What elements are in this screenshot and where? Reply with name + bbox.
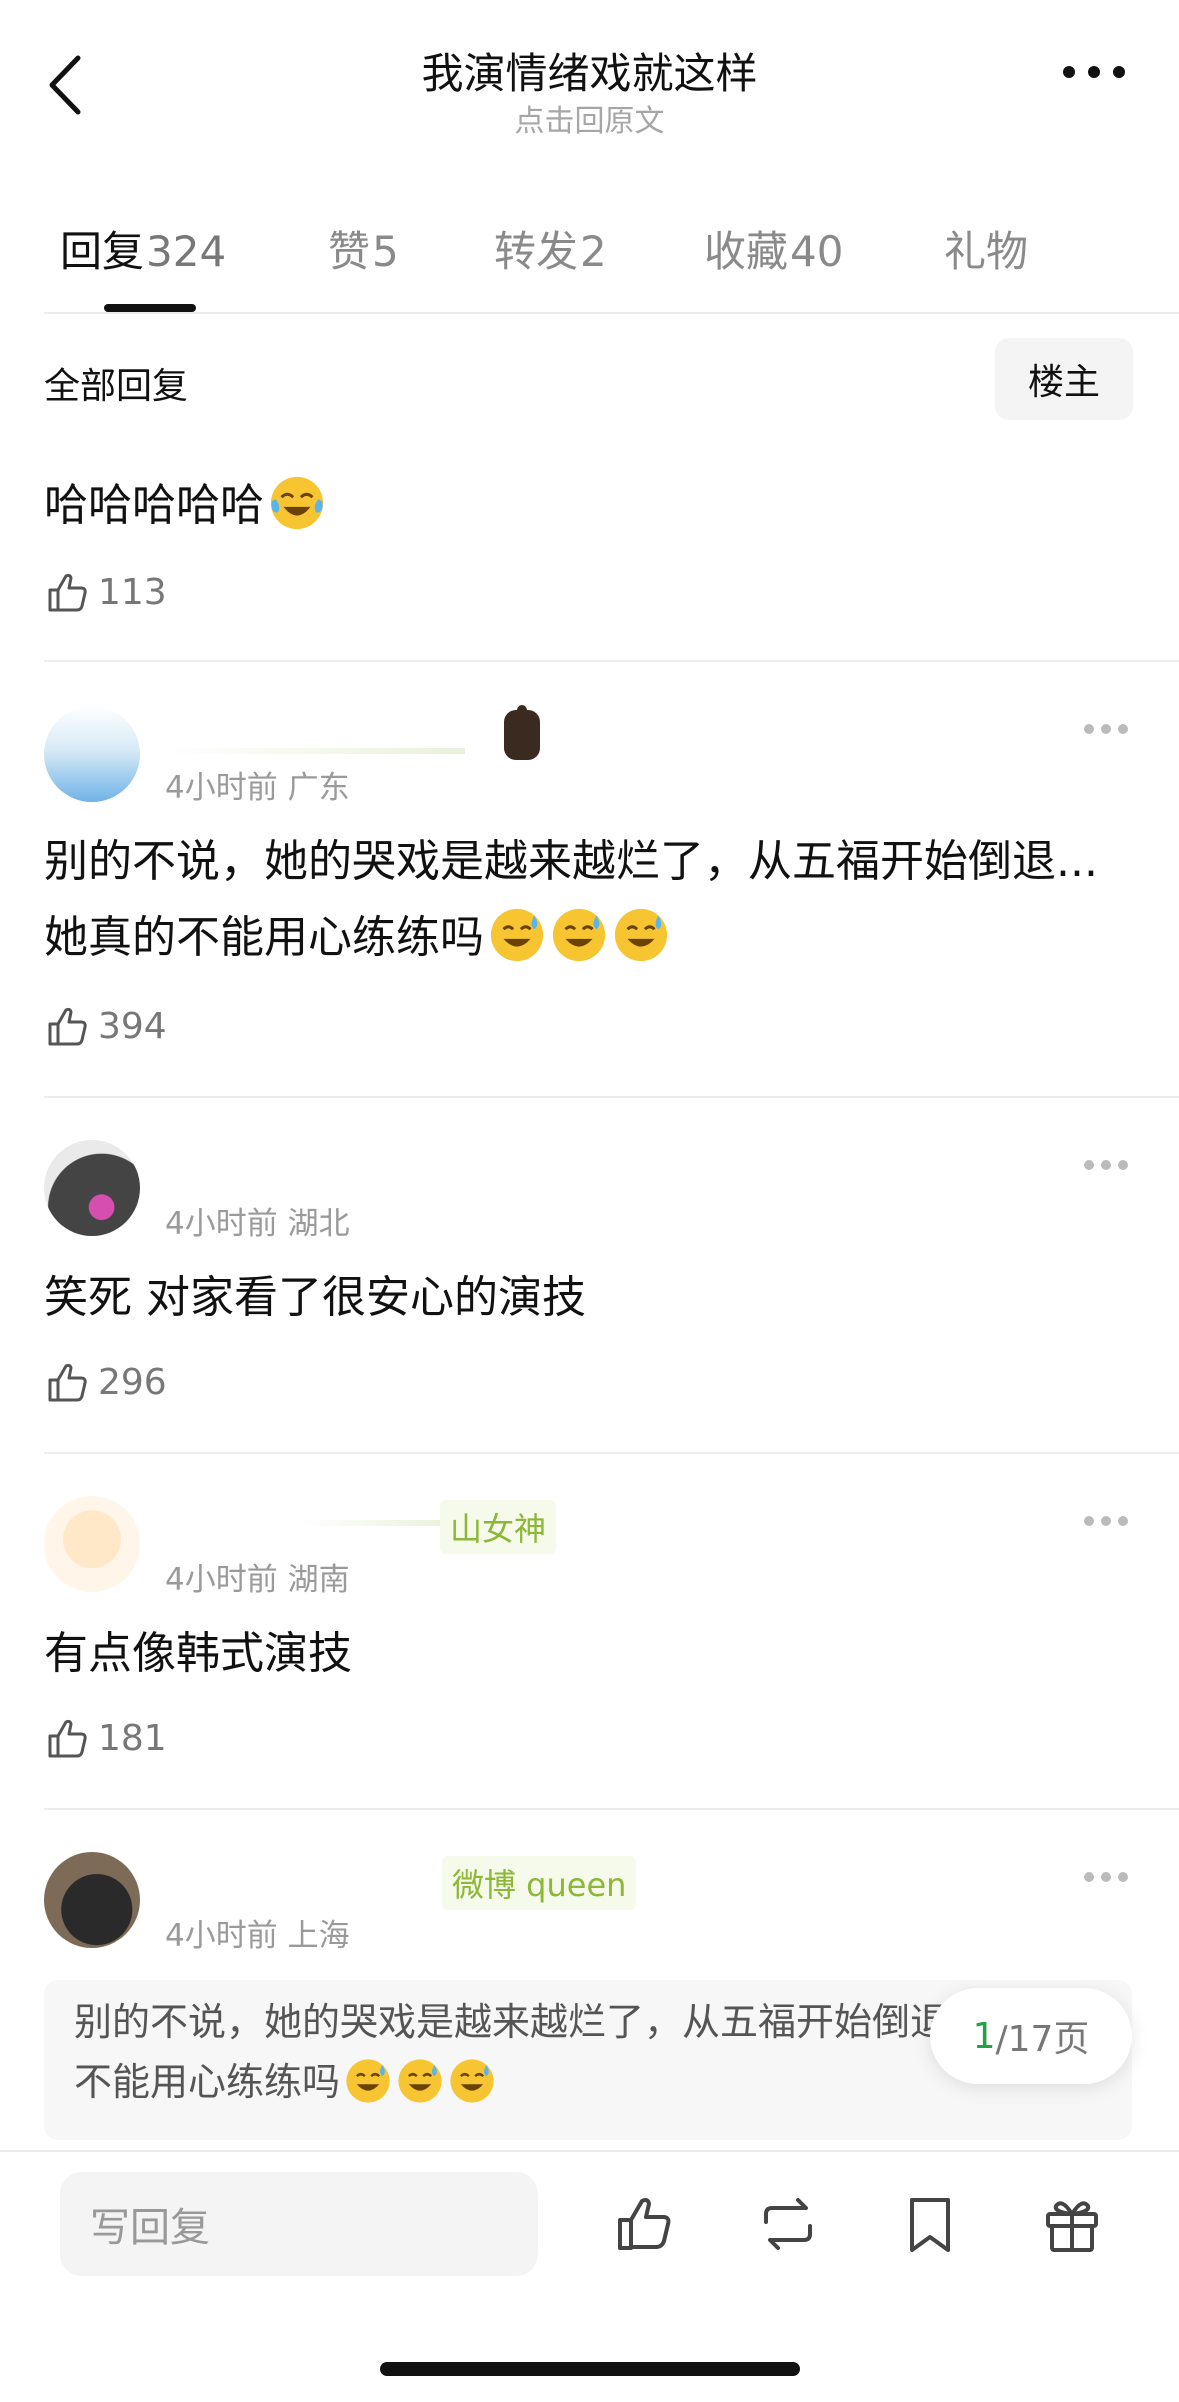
tab-favorites[interactable]: 收藏40 [704,218,843,279]
divider [44,1808,1179,1810]
sweat-smile-emoji [450,2059,494,2103]
thumbs-up-icon[interactable] [614,2192,678,2256]
tab-label: 礼物 [944,227,1029,276]
thumbs-up-icon [48,1363,87,1402]
avatar[interactable] [44,1140,140,1236]
tab-label: 回复 [60,227,145,276]
tab-label: 赞 [328,227,371,276]
blurred-username [165,748,465,754]
section-title: 全部回复 [44,366,189,407]
more-options-icon[interactable] [1059,60,1129,84]
home-indicator[interactable] [380,2362,800,2376]
tab-gifts[interactable]: 礼物 [944,218,1030,279]
divider [0,2150,1179,2152]
sweat-smile-emoji [614,908,668,962]
reply-input[interactable]: 写回复 [60,2172,538,2276]
total-pages: /17页 [995,2019,1090,2060]
more-options-icon[interactable] [1083,722,1129,736]
comment-text: 有点像韩式演技 [44,1628,352,1679]
tab-replies[interactable]: 回复324 [60,218,226,279]
thumbs-up-icon [48,1719,87,1758]
sweat-smile-emoji [490,908,544,962]
like-button[interactable]: 394 [44,998,167,1054]
divider [44,312,1179,314]
more-options-icon[interactable] [1083,1870,1129,1884]
blurred-username [300,1520,450,1526]
tab-label: 收藏 [704,227,789,276]
comment-text: 别的不说，她的哭戏是越来越烂了，从五福开始倒退...她真的不能用心练练吗 [44,824,1129,976]
comment-meta: 4小时前 上海 [165,1918,350,1954]
like-count: 113 [98,571,167,613]
divider [44,1452,1179,1454]
like-button[interactable]: 113 [44,564,167,620]
page-indicator[interactable]: 1/17页 [930,1988,1132,2084]
avatar[interactable] [44,1852,140,1948]
comment-text: 哈哈哈哈哈 [44,468,1129,544]
avatar[interactable] [44,1496,140,1592]
comment-text: 笑死 对家看了很安心的演技 [44,1272,586,1323]
user-badge: 山女神 [440,1500,557,1554]
laughing-tears-emoji [270,476,324,530]
tab-count: 2 [580,227,607,276]
user-badge: 微博 queen [442,1856,637,1910]
sweat-smile-emoji [398,2059,442,2103]
tab-reposts[interactable]: 转发2 [494,218,607,279]
tab-count: 324 [146,227,227,276]
active-tab-indicator [104,304,196,312]
thumbs-up-icon [48,1007,87,1046]
divider [44,1096,1179,1098]
op-filter-button[interactable]: 楼主 [995,338,1133,420]
like-button[interactable]: 296 [44,1354,167,1410]
repost-icon[interactable] [756,2192,820,2256]
comment-meta: 4小时前 广东 [165,770,350,806]
like-count: 296 [98,1361,167,1403]
like-count: 181 [98,1717,167,1759]
bookmark-icon[interactable] [898,2192,962,2256]
tab-likes[interactable]: 赞5 [328,218,399,279]
like-count: 394 [98,1005,167,1047]
tab-label: 转发 [494,227,579,276]
gift-icon[interactable] [1040,2192,1104,2256]
page-title: 我演情绪戏就这样 [421,49,758,98]
like-button[interactable]: 181 [44,1710,167,1766]
current-page: 1 [972,2015,996,2057]
comment-meta: 4小时前 湖北 [165,1206,350,1242]
thumbs-up-icon [48,573,87,612]
sweat-smile-emoji [346,2059,390,2103]
comment-meta: 4小时前 湖南 [165,1562,350,1598]
sweat-smile-emoji [552,908,606,962]
avatar[interactable] [44,706,140,802]
tab-count: 40 [790,227,844,276]
more-options-icon[interactable] [1083,1158,1129,1172]
tab-count: 5 [372,227,399,276]
comment-body: 哈哈哈哈哈 [44,480,264,531]
back-to-original-link[interactable]: 点击回原文 [0,96,1179,140]
more-options-icon[interactable] [1083,1514,1129,1528]
divider [44,660,1179,662]
sticker-icon [504,705,540,760]
